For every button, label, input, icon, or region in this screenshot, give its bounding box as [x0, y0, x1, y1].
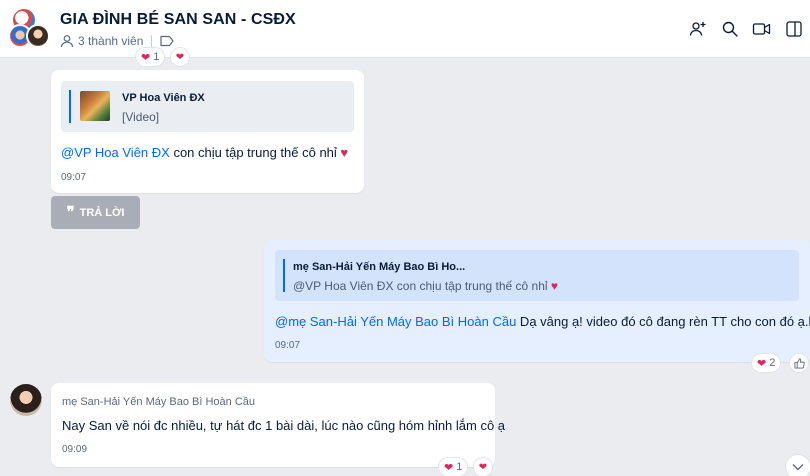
message-text: Nay San về nói đc nhiều, tự hát đc 1 bài…	[62, 418, 506, 433]
header-actions	[686, 18, 806, 40]
avatar-member-3	[26, 24, 50, 48]
heart-icon: ❤	[478, 461, 488, 473]
chat-header: GIA ĐÌNH BÉ SAN SAN - CSĐX 3 thành viên	[0, 0, 810, 58]
heart-emoji-icon: ♥	[340, 145, 349, 160]
reply-label: TRẢ LỜI	[79, 206, 125, 219]
heart-emoji-icon: ♥	[550, 279, 559, 293]
thumbs-up-icon	[793, 357, 805, 369]
quoted-message[interactable]	[275, 250, 799, 301]
like-button[interactable]	[790, 354, 808, 372]
sidebar-toggle-icon	[786, 21, 802, 37]
message-text: @mẹ San-Hải Yến Máy Bao Bì Hoàn Cầu Dạ v…	[275, 314, 810, 329]
message-text: @VP Hoa Viên ĐX con chịu tập trung thế c…	[61, 145, 348, 160]
reaction-count: 2	[769, 357, 776, 369]
message-time: 09:07	[275, 340, 301, 351]
sidebar-toggle-button[interactable]	[782, 18, 806, 40]
member-icon	[60, 35, 74, 48]
mention-link[interactable]: @mẹ San-Hải Yến Máy Bao Bì Hoàn Cầu	[275, 314, 516, 329]
message-card: mẹ San-Hải Yến Máy Bao Bì Hoàn Cầu Nay S…	[51, 383, 505, 467]
reaction-pill[interactable]: ❤ 2	[752, 354, 781, 372]
tag-icon[interactable]	[160, 35, 174, 47]
search-button[interactable]	[718, 18, 742, 40]
react-button[interactable]: ❤	[474, 458, 492, 476]
message-body: Dạ vâng ạ! video đó cô đang rèn TT cho c…	[516, 314, 810, 329]
quote-text: [Video]	[122, 110, 160, 124]
divider	[151, 35, 153, 47]
quote-bar	[283, 259, 285, 292]
video-call-icon	[752, 23, 771, 35]
quote-text: @VP Hoa Viên ĐX con chịu tập trung thế c…	[293, 279, 558, 293]
message-time: 09:07	[61, 172, 87, 183]
reply-button[interactable]: ❞ TRẢ LỜI	[51, 196, 140, 229]
reaction-count: 1	[153, 51, 160, 63]
reaction-pill-top[interactable]: ❤ 1	[136, 48, 165, 66]
react-button-top[interactable]: ❤	[171, 48, 189, 66]
sender-name[interactable]: mẹ San-Hải Yến Máy Bao Bì Hoàn Cầu	[62, 396, 255, 408]
quote-bar	[69, 90, 71, 123]
heart-icon: ❤	[141, 51, 151, 64]
mention-link[interactable]: @VP Hoa Viên ĐX	[61, 145, 170, 160]
quote-author: mẹ San-Hải Yến Máy Bao Bì Ho...	[293, 261, 466, 273]
add-member-icon	[689, 22, 706, 36]
message-card-self: mẹ San-Hải Yến Máy Bao Bì Ho... @VP Hoa …	[264, 240, 810, 362]
video-thumbnail[interactable]	[80, 91, 110, 121]
add-member-button[interactable]	[686, 18, 710, 40]
heart-icon: ❤	[757, 357, 767, 370]
quote-author: VP Hoa Viên ĐX	[122, 92, 205, 104]
heart-icon: ❤	[175, 51, 185, 63]
group-title[interactable]: GIA ĐÌNH BÉ SAN SAN - CSĐX	[60, 11, 296, 29]
message-card: VP Hoa Viên ĐX [Video] @VP Hoa Viên ĐX c…	[51, 70, 364, 193]
reaction-count: 1	[456, 461, 463, 473]
search-icon	[722, 21, 738, 37]
reaction-pill[interactable]: ❤ 1	[439, 458, 468, 476]
video-call-button[interactable]	[750, 18, 774, 40]
heart-icon: ❤	[444, 461, 454, 474]
scroll-to-bottom-button[interactable]	[786, 455, 810, 476]
member-count[interactable]: 3 thành viên	[78, 34, 143, 48]
member-info: 3 thành viên	[60, 34, 174, 48]
message-time: 09:09	[62, 444, 88, 455]
sender-avatar[interactable]	[10, 384, 42, 416]
quote-icon: ❞	[66, 203, 75, 221]
group-avatar[interactable]	[8, 8, 52, 50]
chevron-down-icon	[792, 464, 804, 471]
quote-body: @VP Hoa Viên ĐX con chịu tập trung thế c…	[293, 279, 548, 293]
message-body: con chịu tập trung thế cô nhỉ	[169, 145, 337, 160]
